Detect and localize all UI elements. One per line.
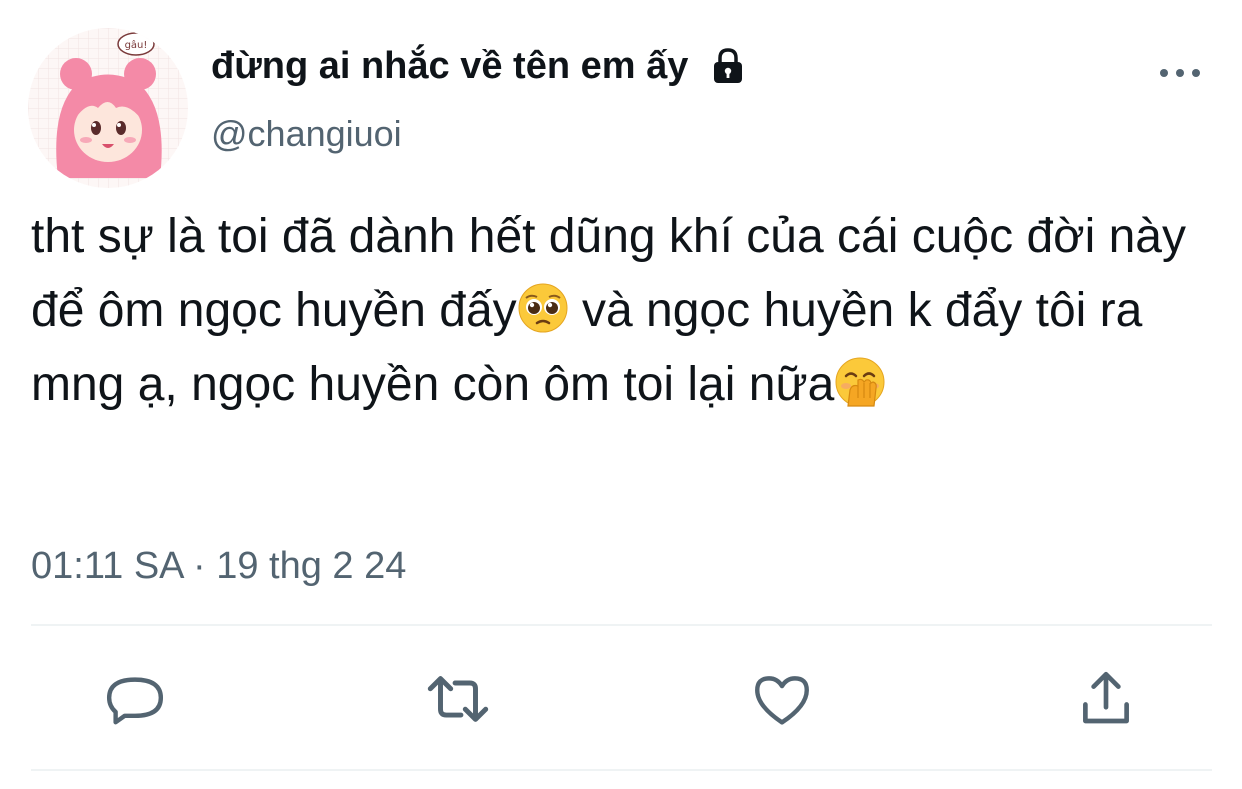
user-handle[interactable]: @changiuoi xyxy=(211,110,402,158)
reply-icon xyxy=(106,677,164,725)
heart-icon xyxy=(755,676,809,725)
reply-button[interactable] xyxy=(100,664,170,734)
retweet-icon xyxy=(427,676,489,722)
divider xyxy=(31,624,1212,626)
tweet-text: tht sự là toi đã dành hết dũng khí của c… xyxy=(31,200,1226,422)
more-icon xyxy=(1160,69,1200,77)
divider-bottom xyxy=(31,769,1212,771)
like-button[interactable] xyxy=(747,664,817,734)
share-icon xyxy=(1083,671,1129,724)
share-button[interactable] xyxy=(1071,664,1141,734)
face-with-hand-over-mouth-emoji xyxy=(834,356,886,408)
avatar-image: gâu! xyxy=(28,28,188,188)
lock-icon xyxy=(708,46,748,86)
more-button[interactable] xyxy=(1152,58,1208,88)
avatar[interactable]: gâu! xyxy=(28,28,188,188)
tweet-timestamp[interactable]: 01:11 SA · 19 thg 2 24 xyxy=(31,541,406,591)
retweet-button[interactable] xyxy=(423,664,493,734)
pleading-face-emoji xyxy=(517,282,569,334)
display-name[interactable]: đừng ai nhắc về tên em ấy xyxy=(211,40,688,92)
display-name-row[interactable]: đừng ai nhắc về tên em ấy xyxy=(211,40,748,92)
svg-text:gâu!: gâu! xyxy=(125,39,148,51)
